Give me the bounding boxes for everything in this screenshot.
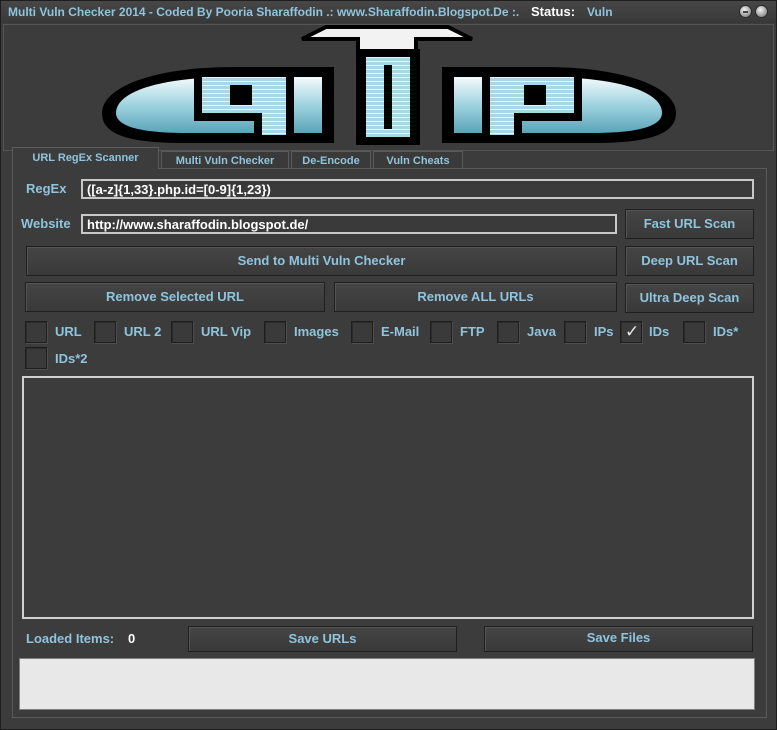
checkbox-images-label: Images [294,324,339,339]
tab-de-encode[interactable]: De-Encode [291,151,371,169]
loaded-items-count: 0 [128,631,136,646]
checkbox-url-label: URL [55,324,82,339]
checkbox-ftp-label: FTP [460,324,485,339]
tab-vuln-cheats[interactable]: Vuln Cheats [373,151,463,169]
checkbox-java-label: Java [527,324,556,339]
checkbox-ftp[interactable] [430,321,452,343]
checkbox-url-vip-label: URL Vip [201,324,252,339]
deep-url-scan-button[interactable]: Deep URL Scan [625,246,754,276]
checkbox-ips[interactable] [564,321,586,343]
close-button[interactable] [755,5,768,18]
checkbox-email-label: E-Mail [381,324,420,339]
loaded-items-label: Loaded Items: [26,631,115,646]
status-label: Status: [531,4,576,19]
send-to-multi-vuln-checker-button[interactable]: Send to Multi Vuln Checker [26,246,617,276]
checkbox-ids-star[interactable] [683,321,705,343]
ultra-deep-scan-button[interactable]: Ultra Deep Scan [625,283,754,313]
minimize-icon [743,11,748,13]
minimize-button[interactable] [739,5,752,18]
checkbox-ids-star-2-label: IDs*2 [55,351,88,366]
app-window: Multi Vuln Checker 2014 - Coded By Poori… [0,0,777,730]
checkbox-ids-star-label: IDs* [713,324,739,339]
banner-logo [102,25,676,145]
remove-selected-url-button[interactable]: Remove Selected URL [25,282,325,312]
status-value: Vuln [587,5,613,19]
remove-all-urls-button[interactable]: Remove ALL URLs [334,282,617,312]
checkbox-images[interactable] [264,321,286,343]
website-label: Website [21,216,71,231]
banner [3,24,774,151]
checkbox-url-2[interactable] [94,321,116,343]
checkbox-url[interactable] [25,321,47,343]
tab-multi-vuln-checker[interactable]: Multi Vuln Checker [161,151,289,169]
website-input[interactable] [81,214,617,234]
checkbox-url-vip[interactable] [171,321,193,343]
checkbox-email[interactable] [351,321,373,343]
fast-url-scan-button[interactable]: Fast URL Scan [625,209,754,239]
title-bar[interactable]: Multi Vuln Checker 2014 - Coded By Poori… [1,1,776,23]
checkmark-icon: ✓ [625,322,640,342]
checkbox-ids-star-2[interactable] [25,347,47,369]
tab-url-regex-scanner[interactable]: URL RegEx Scanner [12,147,159,169]
window-title: Multi Vuln Checker 2014 - Coded By Poori… [8,5,520,19]
url-results-list[interactable] [22,376,754,619]
save-urls-button[interactable]: Save URLs [188,626,457,652]
checkbox-url-2-label: URL 2 [124,324,162,339]
regex-input[interactable] [81,179,754,199]
checkbox-ids[interactable]: ✓ [620,321,642,343]
save-files-button[interactable]: Save Files [484,626,753,652]
regex-label: RegEx [26,181,67,196]
checkbox-java[interactable] [497,321,519,343]
checkbox-ids-label: IDs [649,324,670,339]
checkbox-ips-label: IPs [594,324,614,339]
log-output-box[interactable] [19,658,755,710]
